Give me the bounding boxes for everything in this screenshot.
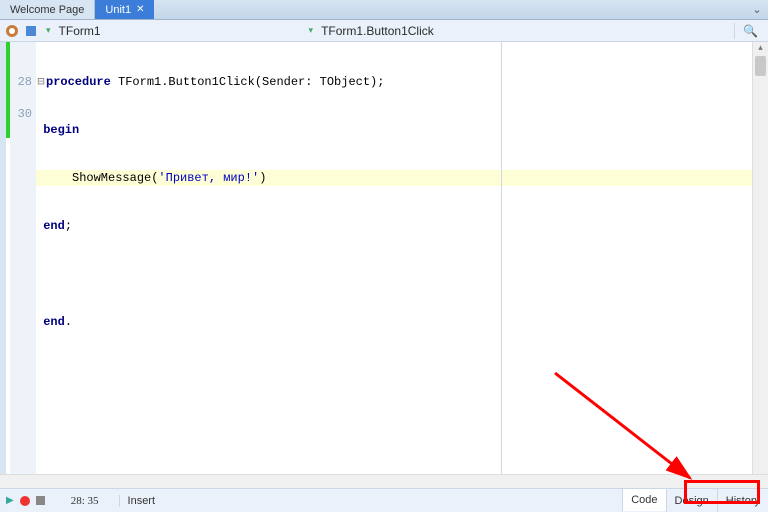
insert-mode: Insert: [119, 495, 156, 507]
vertical-scrollbar[interactable]: ▴ ▾: [752, 42, 768, 488]
editor-splitter[interactable]: [501, 42, 502, 488]
view-tab-design[interactable]: Design: [666, 489, 717, 512]
tab-label: History: [726, 495, 760, 507]
dropdown-icon[interactable]: ▾: [305, 25, 318, 36]
keyword: end: [43, 315, 65, 329]
cursor-position: 28: 35: [71, 495, 99, 507]
status-bar: ▶ 28: 35 Insert Code Design History: [0, 488, 768, 512]
code-text: ): [259, 171, 266, 185]
method-icon: [23, 23, 39, 39]
code-text: ShowMessage(: [36, 171, 158, 185]
keyword: end: [43, 219, 65, 233]
class-icon: [4, 23, 20, 39]
macro-stop-icon[interactable]: [36, 496, 45, 505]
close-icon[interactable]: ✕: [136, 4, 144, 15]
line-number: 30: [10, 106, 32, 122]
tab-label: Welcome Page: [10, 4, 84, 16]
macro-play-icon[interactable]: ▶: [6, 495, 14, 506]
line-numbers: 28 30: [10, 42, 36, 488]
line-number: 28: [10, 74, 32, 90]
horizontal-scrollbar[interactable]: [0, 474, 768, 488]
code-text: TForm1.Button1Click(Sender: TObject);: [111, 75, 385, 89]
tab-unit1[interactable]: Unit1 ✕: [95, 0, 154, 19]
scroll-up-icon[interactable]: ▴: [753, 42, 768, 56]
tab-label: Code: [631, 494, 657, 506]
string-literal: 'Привет, мир!': [158, 171, 259, 185]
view-tab-history[interactable]: History: [717, 489, 768, 512]
tab-label: Unit1: [105, 4, 131, 16]
nav-class[interactable]: TForm1: [55, 24, 105, 38]
document-tabs: Welcome Page Unit1 ✕ ⌄: [0, 0, 768, 20]
code-text: .: [65, 315, 72, 329]
keyword: procedure: [46, 75, 111, 89]
fold-icon[interactable]: ⊟: [36, 74, 46, 90]
code-editor[interactable]: 28 30 ⊟procedure TForm1.Button1Click(Sen…: [0, 42, 768, 488]
code-text: ;: [65, 219, 72, 233]
macro-record-icon[interactable]: [20, 496, 30, 506]
tab-label: Design: [675, 495, 709, 507]
chevron-down-icon[interactable]: ⌄: [746, 0, 768, 19]
keyword: begin: [43, 123, 79, 137]
scrollbar-thumb[interactable]: [755, 56, 766, 76]
dropdown-icon[interactable]: ▾: [42, 25, 55, 36]
code-navigator: ▾ TForm1 ▾ TForm1.Button1Click 🔍: [0, 20, 768, 42]
separator: [734, 23, 735, 39]
tab-welcome[interactable]: Welcome Page: [0, 0, 95, 19]
nav-method[interactable]: TForm1.Button1Click: [317, 24, 438, 38]
search-icon[interactable]: 🔍: [737, 24, 764, 38]
code-content[interactable]: ⊟procedure TForm1.Button1Click(Sender: T…: [36, 42, 768, 488]
view-tab-code[interactable]: Code: [622, 488, 665, 511]
